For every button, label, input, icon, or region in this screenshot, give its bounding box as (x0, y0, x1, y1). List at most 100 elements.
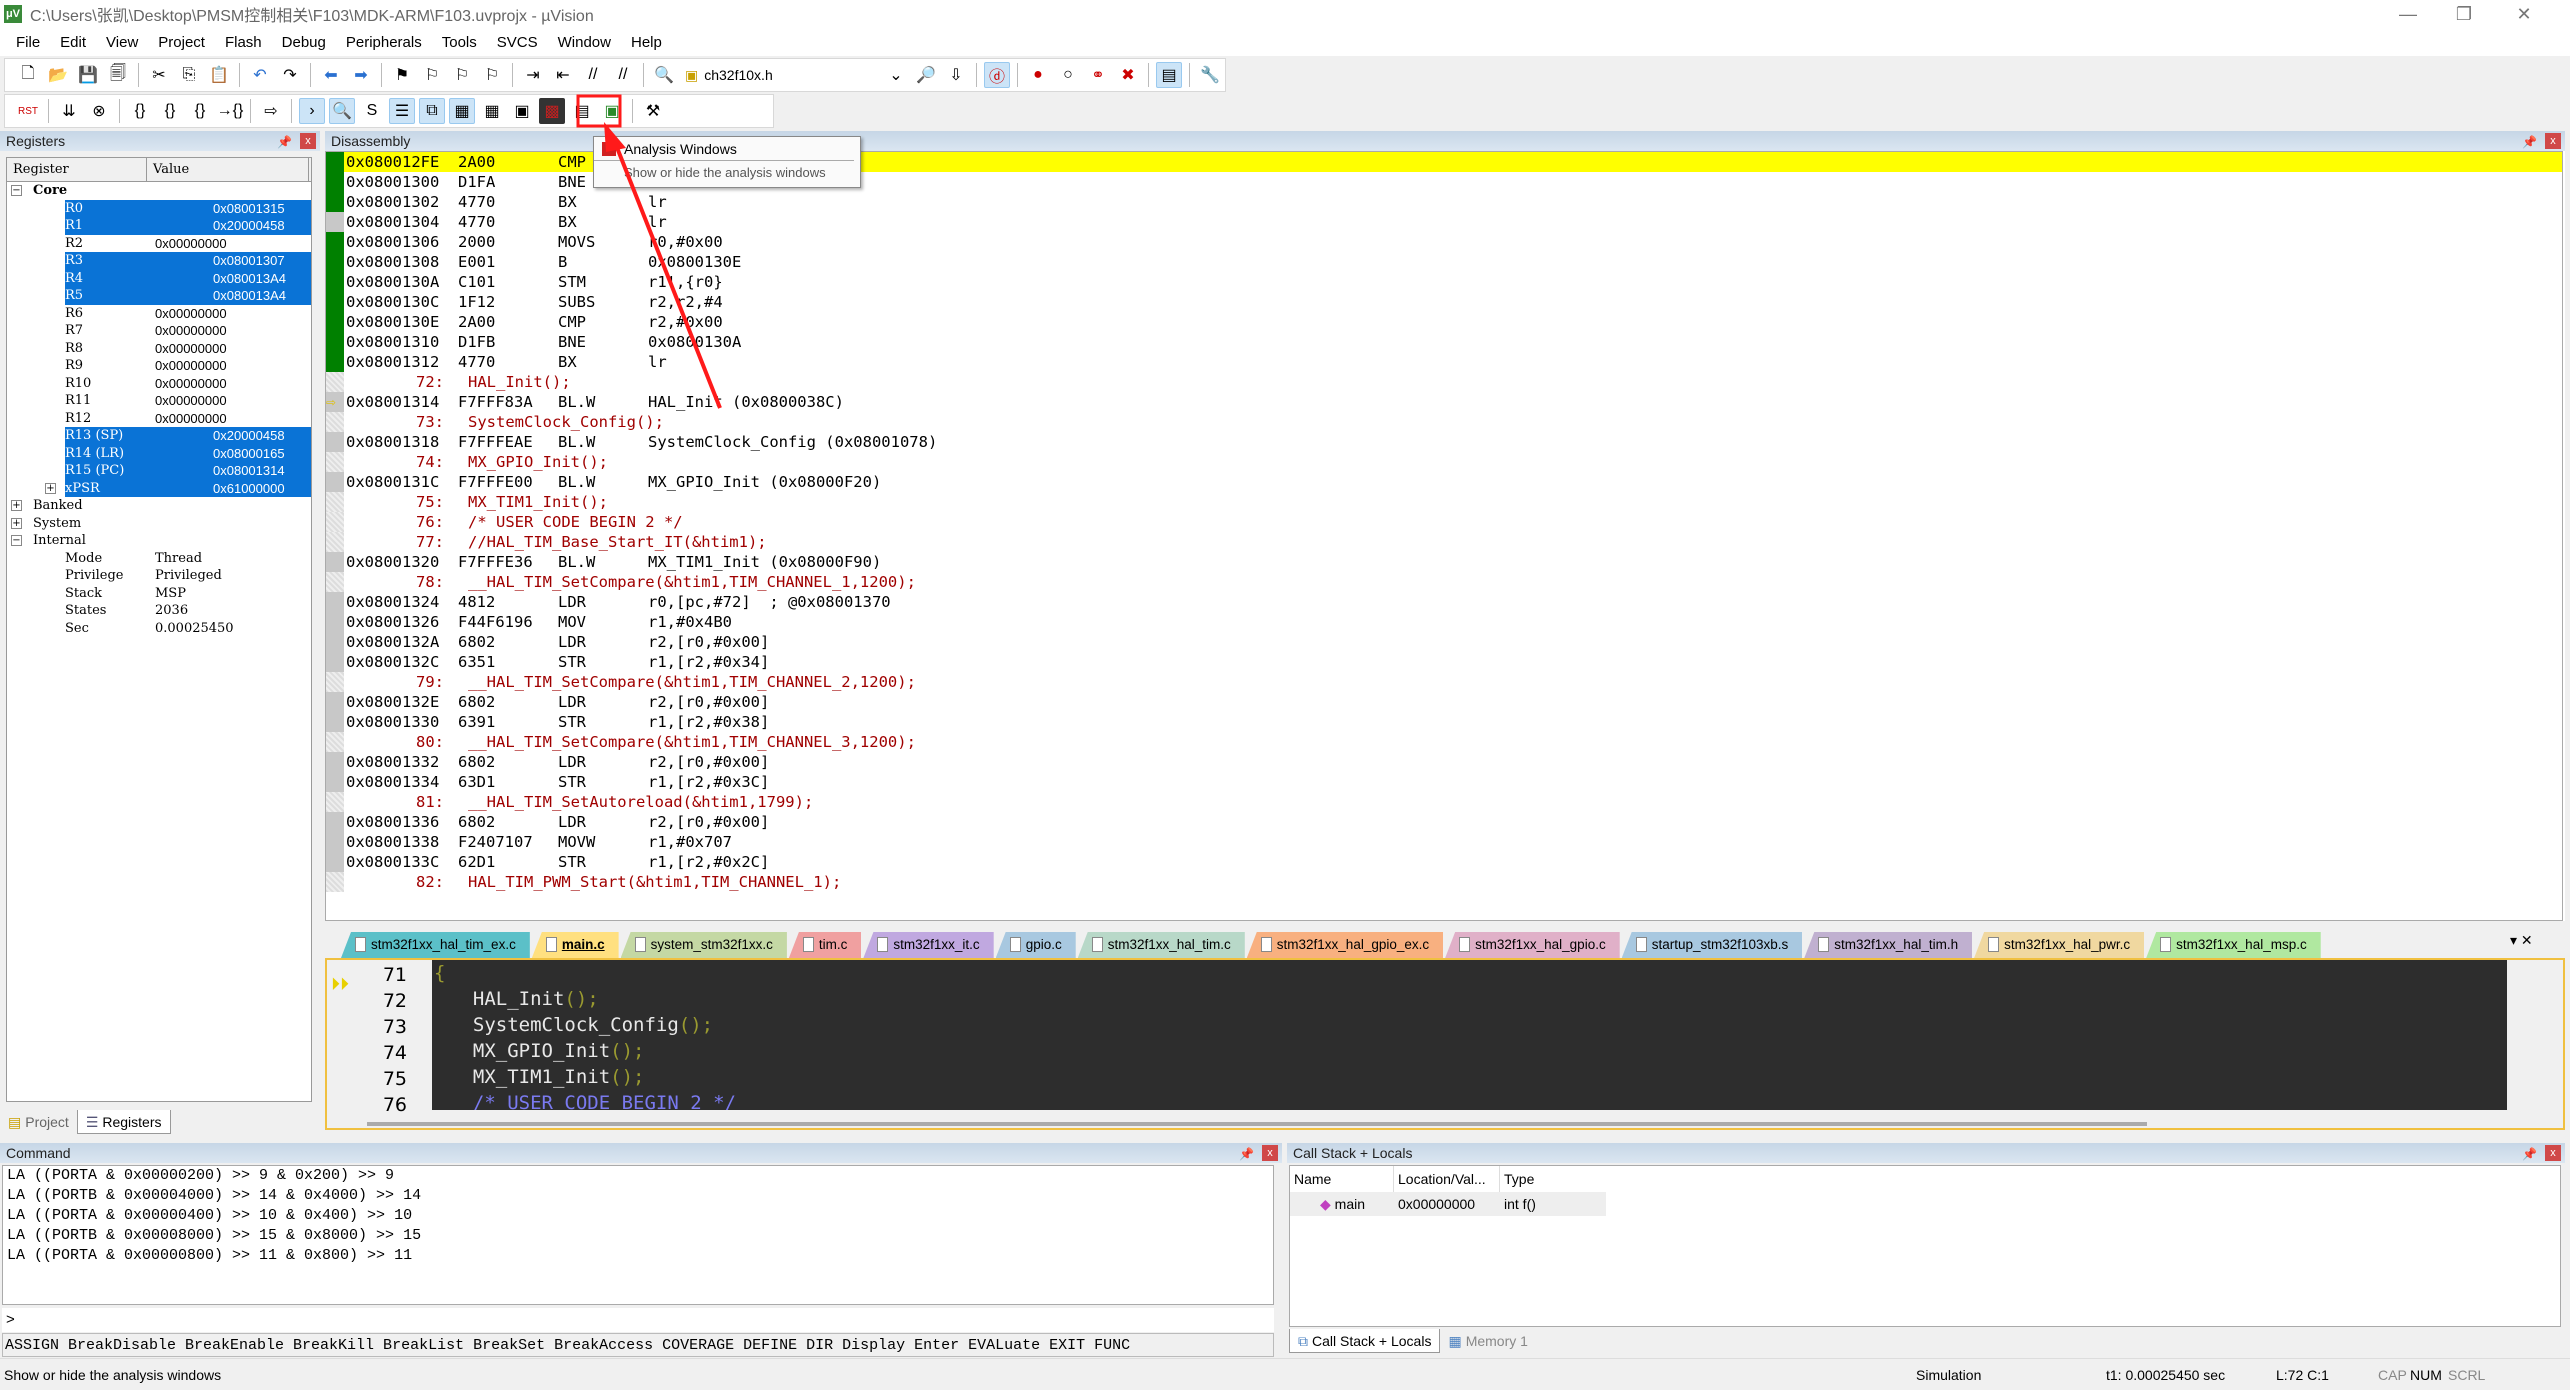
line-margin[interactable] (326, 832, 344, 852)
line-margin[interactable] (326, 152, 344, 172)
current-instruction-arrow-icon[interactable]: ⇨ (326, 392, 344, 412)
disable-breakpoint-icon[interactable]: ○ (1055, 62, 1081, 88)
tab-file[interactable]: stm32f1xx_hal_tim_ex.c (341, 932, 530, 958)
tab-file[interactable]: stm32f1xx_hal_msp.c (2146, 932, 2321, 958)
line-margin[interactable] (326, 732, 344, 752)
line-margin[interactable] (326, 332, 344, 352)
register-group-system[interactable]: + System (7, 515, 311, 533)
tab-menu-icon[interactable]: ▾ ✕ (2510, 932, 2533, 949)
line-margin[interactable] (326, 852, 344, 872)
restore-button[interactable]: ❐ (2436, 0, 2492, 28)
line-margin[interactable] (326, 772, 344, 792)
tab-file[interactable]: stm32f1xx_hal_gpio.c (1445, 932, 1620, 958)
register-group-banked[interactable]: + Banked (7, 497, 311, 515)
undo-icon[interactable]: ↶ (247, 62, 273, 88)
asm-row[interactable]: 0x0800130A C101 STM r1!,{r0} (326, 272, 2562, 292)
pin-icon[interactable]: 📌 (277, 132, 292, 152)
line-margin[interactable] (326, 712, 344, 732)
expand-icon[interactable]: − (11, 535, 22, 546)
breakpoint-icon[interactable]: ● (1025, 62, 1051, 88)
navigate-back-icon[interactable]: ⬅ (318, 62, 344, 88)
line-margin[interactable] (326, 272, 344, 292)
command-input[interactable]: > (2, 1308, 1274, 1332)
menu-help[interactable]: Help (621, 34, 672, 51)
source-row[interactable]: 80: __HAL_TIM_SetCompare(&htim1,TIM_CHANN… (326, 732, 2562, 752)
unindent-icon[interactable]: ⇤ (550, 62, 576, 88)
asm-row[interactable]: 0x08001338 F2407107 MOVW r1,#0x707 (326, 832, 2562, 852)
tab-file[interactable]: tim.c (788, 932, 862, 958)
horizontal-scrollbar[interactable] (367, 1122, 2147, 1126)
watch-windows-icon[interactable]: ▦ (449, 98, 475, 124)
incremental-find-icon[interactable]: ⇩ (943, 62, 969, 88)
asm-row[interactable]: 0x0800130E 2A00 CMP r2,#0x00 (326, 312, 2562, 332)
register-row[interactable]: R4 0x080013A4 (65, 269, 311, 287)
asm-row[interactable]: 0x08001306 2000 MOVS r0,#0x00 (326, 232, 2562, 252)
source-row[interactable]: 72: HAL_Init(); (326, 372, 2562, 392)
tab-registers[interactable]: ☰ Registers (76, 1110, 171, 1134)
asm-row[interactable]: 0x08001334 63D1 STR r1,[r2,#0x3C] (326, 772, 2562, 792)
asm-row[interactable]: 0x0800132C 6351 STR r1,[r2,#0x34] (326, 652, 2562, 672)
call-stack-window-icon[interactable]: ⧉ (419, 98, 445, 124)
line-margin[interactable] (326, 812, 344, 832)
line-margin[interactable] (326, 372, 344, 392)
asm-row[interactable]: 0x0800133C 62D1 STR r1,[r2,#0x2C] (326, 852, 2562, 872)
register-row[interactable]: R8 0x00000000 (7, 340, 311, 358)
line-margin[interactable] (326, 212, 344, 232)
tab-file[interactable]: stm32f1xx_hal_pwr.c (1974, 932, 2145, 958)
line-margin[interactable] (326, 652, 344, 672)
register-row[interactable]: R13 (SP) 0x20000458 (65, 427, 311, 445)
tab-file[interactable]: stm32f1xx_hal_gpio_ex.c (1246, 932, 1444, 958)
col-register[interactable]: Register (7, 158, 147, 181)
cut-icon[interactable]: ✂ (146, 62, 172, 88)
col-value[interactable]: Value (147, 158, 309, 181)
pin-icon[interactable]: 📌 (1239, 1144, 1254, 1164)
menu-window[interactable]: Window (548, 34, 621, 51)
comment-icon[interactable]: // (580, 62, 606, 88)
menu-file[interactable]: File (6, 34, 50, 51)
register-row[interactable]: R5 0x080013A4 (65, 287, 311, 305)
register-group-internal[interactable]: − Internal (7, 532, 311, 550)
find-combo[interactable]: ▣ ch32f10x.h (679, 63, 861, 87)
asm-row[interactable]: 0x0800131C F7FFFE00 BL.W MX_GPIO_Init (0x08… (326, 472, 2562, 492)
analysis-windows-icon[interactable]: ▩ (539, 98, 565, 124)
source-row[interactable]: 75: MX_TIM1_Init(); (326, 492, 2562, 512)
register-row[interactable]: R1 0x20000458 (65, 217, 311, 235)
asm-row[interactable]: 0x08001310 D1FB BNE 0x0800130A (326, 332, 2562, 352)
asm-row[interactable]: 0x0800130C 1F12 SUBS r2,r2,#4 (326, 292, 2562, 312)
line-margin[interactable] (326, 412, 344, 432)
line-margin[interactable] (326, 172, 344, 192)
run-icon[interactable]: ⇊ (56, 98, 82, 124)
show-next-statement-icon[interactable]: ⇨ (258, 98, 284, 124)
col-type[interactable]: Type (1500, 1166, 1606, 1192)
uncomment-icon[interactable]: // (610, 62, 636, 88)
tab-file[interactable]: startup_stm32f103xb.s (1621, 932, 1803, 958)
expand-icon[interactable]: + (11, 500, 22, 511)
next-bookmark-icon[interactable]: ⚐ (449, 62, 475, 88)
callstack-row[interactable]: ◆ main 0x00000000 int f() (1290, 1192, 2560, 1216)
asm-row[interactable]: 0x08001302 4770 BX lr (326, 192, 2562, 212)
line-margin[interactable] (326, 472, 344, 492)
new-file-icon[interactable]: 🗋 (15, 62, 41, 88)
menu-debug[interactable]: Debug (272, 34, 336, 51)
serial-windows-icon[interactable]: ▣ (509, 98, 535, 124)
line-margin[interactable] (326, 872, 344, 892)
asm-row[interactable]: ⇨ 0x08001314 F7FFF83A BL.W HAL_Init (0x08000… (326, 392, 2562, 412)
command-window-icon[interactable]: › (299, 98, 325, 124)
menu-project[interactable]: Project (148, 34, 215, 51)
open-folder-icon[interactable]: 📂 (45, 62, 71, 88)
source-row[interactable]: 79: __HAL_TIM_SetCompare(&htim1,TIM_CHANN… (326, 672, 2562, 692)
prev-bookmark-icon[interactable]: ⚐ (419, 62, 445, 88)
asm-row[interactable]: 0x08001332 6802 LDR r2,[r0,#0x00] (326, 752, 2562, 772)
redo-icon[interactable]: ↷ (277, 62, 303, 88)
paste-icon[interactable]: 📋 (206, 62, 232, 88)
configure-icon[interactable]: 🔧 (1197, 62, 1223, 88)
registers-window-icon[interactable]: ☰ (389, 98, 415, 124)
asm-row[interactable]: 0x08001320 F7FFFE36 BL.W MX_TIM1_Init (0x08… (326, 552, 2562, 572)
col-name[interactable]: Name (1290, 1166, 1394, 1192)
disassembly-window-icon[interactable]: 🔍 (329, 98, 355, 124)
source-row[interactable]: 76: /* USER CODE BEGIN 2 */ (326, 512, 2562, 532)
col-location[interactable]: Location/Val... (1394, 1166, 1500, 1192)
tab-file[interactable]: main.c (531, 932, 619, 958)
line-margin[interactable] (326, 452, 344, 472)
debug-session-icon[interactable]: ⓓ (984, 62, 1010, 88)
